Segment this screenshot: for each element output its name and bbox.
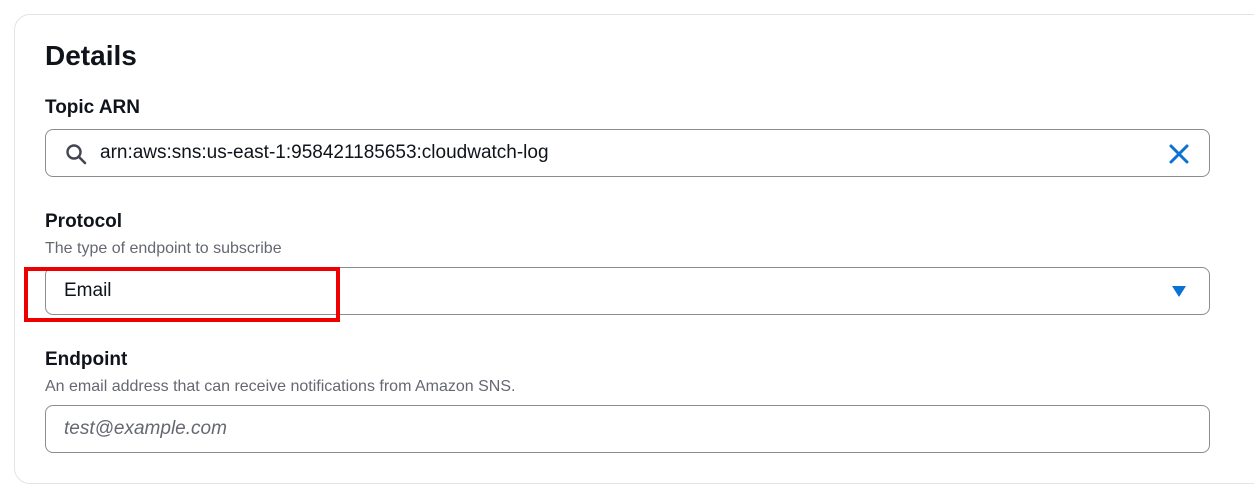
endpoint-placeholder: test@example.com [64,418,227,439]
caret-down-icon [1172,286,1186,297]
endpoint-description: An email address that can receive notifi… [45,378,516,395]
protocol-selected-value: Email [64,280,112,301]
topic-arn-search-input[interactable]: arn:aws:sns:us-east-1:958421185653:cloud… [45,129,1210,177]
endpoint-label: Endpoint [45,349,128,370]
endpoint-input[interactable]: test@example.com [45,405,1210,453]
protocol-description: The type of endpoint to subscribe [45,240,282,257]
topic-arn-label: Topic ARN [45,97,140,118]
clear-icon[interactable] [1167,142,1191,166]
protocol-label: Protocol [45,211,123,232]
search-icon [66,144,87,165]
section-title: Details [45,40,137,71]
protocol-select[interactable]: Email [45,267,1210,315]
topic-arn-value: arn:aws:sns:us-east-1:958421185653:cloud… [100,142,549,163]
